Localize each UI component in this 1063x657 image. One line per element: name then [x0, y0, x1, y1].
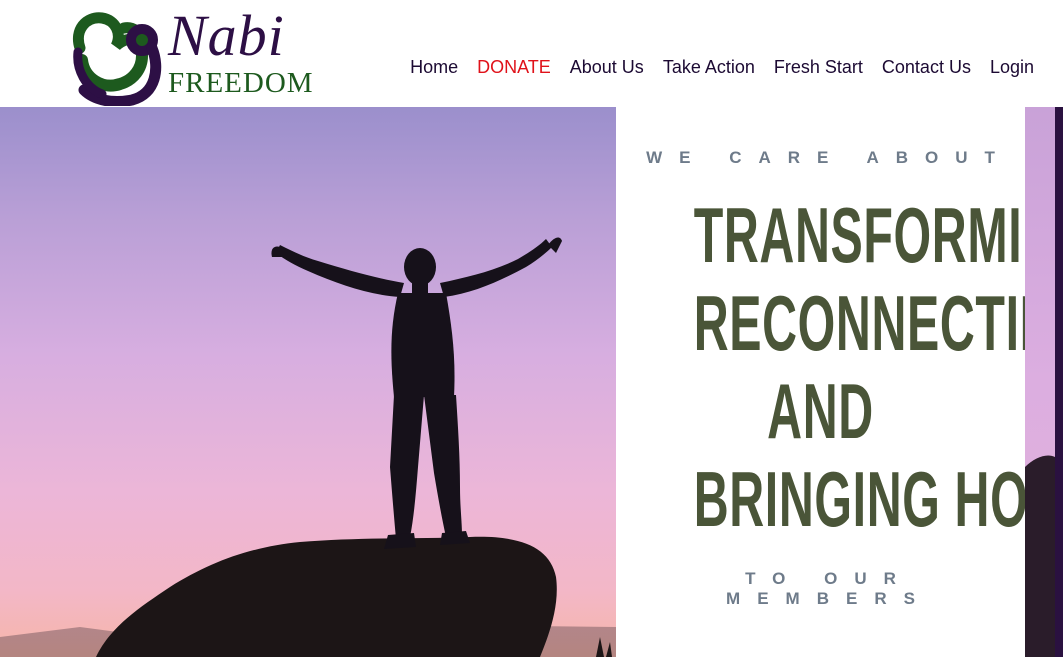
- hero-text-panel: WE CARE ABOUT TRANSFORMING, RECONNECTING…: [616, 107, 1063, 657]
- nav-donate[interactable]: DONATE: [477, 56, 551, 78]
- headline-line-1: TRANSFORMING,: [693, 191, 1063, 279]
- hero-headline: TRANSFORMING, RECONNECTING, AND BRINGING…: [616, 191, 1063, 543]
- tagline-top: WE CARE ABOUT: [646, 148, 1012, 167]
- logo-mark-icon: [73, 12, 162, 106]
- logo-subtitle: FREEDOM: [168, 67, 314, 99]
- nav-take-action[interactable]: Take Action: [663, 56, 755, 78]
- next-slide-preview: [1025, 107, 1063, 657]
- logo-title: Nabi: [168, 3, 285, 68]
- silhouette-image: [0, 237, 616, 657]
- nav-contact-us[interactable]: Contact Us: [882, 56, 971, 78]
- preview-edge: [1055, 107, 1063, 657]
- site-logo[interactable]: Nabi FREEDOM: [72, 4, 317, 106]
- nav-login[interactable]: Login: [990, 56, 1034, 78]
- tagline-bottom: TO OUR MEMBERS: [726, 569, 932, 608]
- nav-fresh-start[interactable]: Fresh Start: [774, 56, 863, 78]
- site-header: Nabi FREEDOM Home DONATE About Us Take A…: [0, 0, 1063, 107]
- headline-line-2: RECONNECTING,: [693, 279, 1063, 367]
- main-nav: Home DONATE About Us Take Action Fresh S…: [410, 56, 1034, 78]
- nav-home[interactable]: Home: [410, 56, 458, 78]
- headline-line-4: BRINGING HOPE: [693, 455, 1063, 543]
- headline-line-3: AND: [767, 367, 874, 455]
- hero-photo: [0, 107, 616, 657]
- nav-about-us[interactable]: About Us: [570, 56, 644, 78]
- hero-section: WE CARE ABOUT TRANSFORMING, RECONNECTING…: [0, 107, 1063, 657]
